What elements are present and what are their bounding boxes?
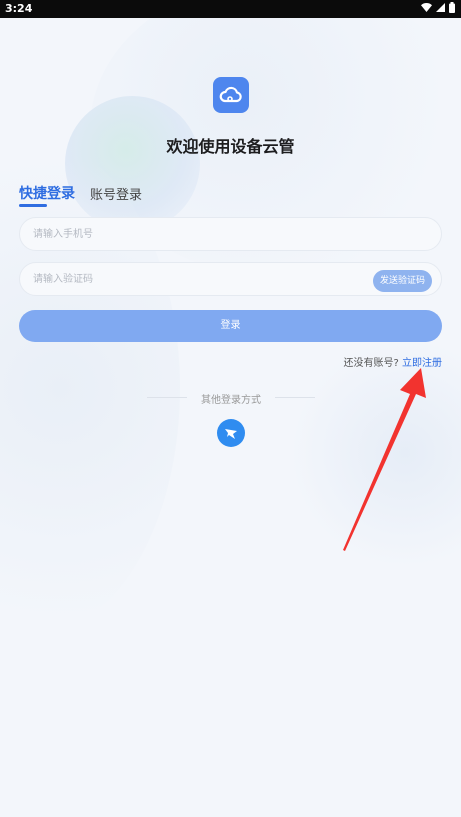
cloud-icon bbox=[219, 86, 242, 103]
active-tab-indicator bbox=[19, 204, 47, 207]
login-button[interactable]: 登录 bbox=[19, 310, 442, 342]
tab-quick-login[interactable]: 快捷登录 bbox=[19, 183, 75, 203]
red-arrow-annotation bbox=[343, 368, 426, 551]
code-input[interactable] bbox=[20, 263, 333, 295]
status-time: 3:24 bbox=[5, 2, 33, 15]
code-field[interactable]: 发送验证码 bbox=[19, 262, 442, 296]
other-login-label: 其他登录方式 bbox=[201, 395, 261, 406]
status-icons bbox=[421, 2, 455, 13]
battery-icon bbox=[449, 2, 455, 13]
app-logo bbox=[213, 77, 249, 113]
dingtalk-icon bbox=[225, 429, 237, 439]
wifi-icon bbox=[421, 3, 432, 12]
send-code-button[interactable]: 发送验证码 bbox=[372, 270, 432, 292]
signal-icon bbox=[436, 3, 445, 12]
tab-account-login[interactable]: 账号登录 bbox=[90, 184, 142, 203]
phone-field[interactable] bbox=[19, 217, 442, 251]
divider-line bbox=[275, 397, 315, 398]
phone-input[interactable] bbox=[20, 218, 333, 250]
other-login-divider: 其他登录方式 bbox=[147, 391, 315, 406]
status-bar: 3:24 bbox=[0, 0, 461, 18]
dingtalk-login-button[interactable] bbox=[217, 419, 245, 447]
welcome-title: 欢迎使用设备云管 bbox=[166, 137, 295, 156]
